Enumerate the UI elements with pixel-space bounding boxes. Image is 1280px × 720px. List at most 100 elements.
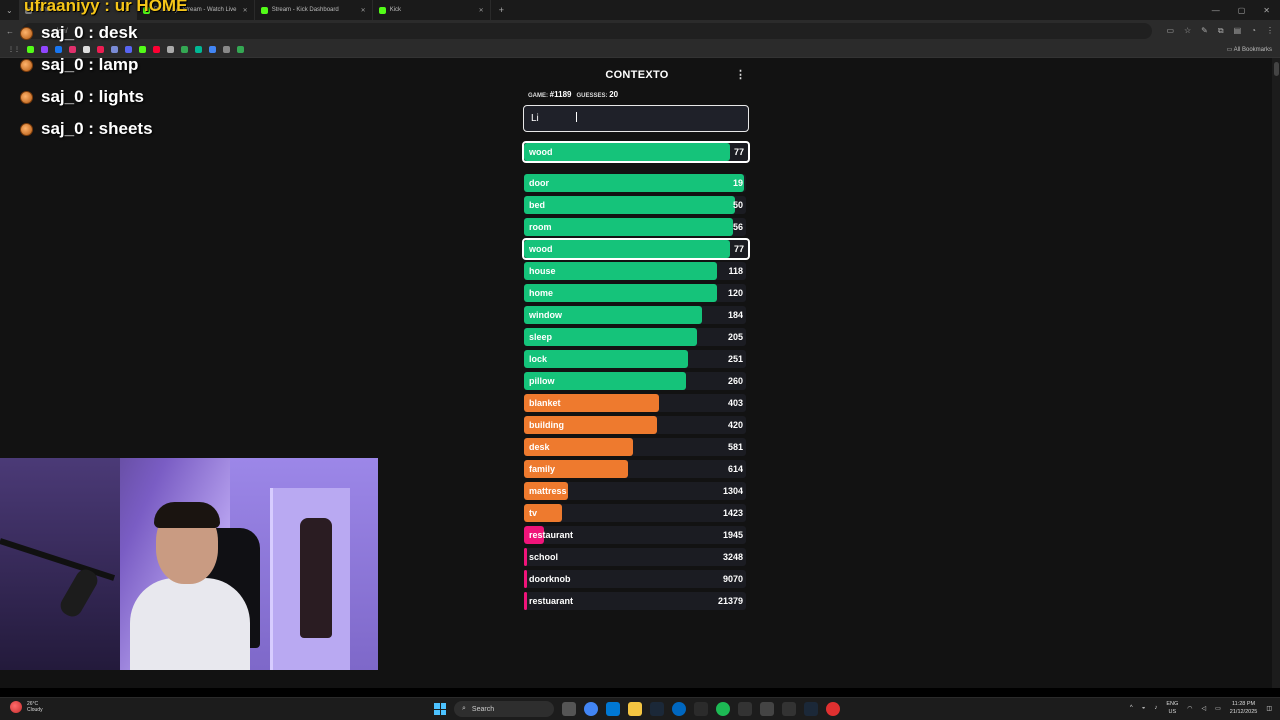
kebab-menu-icon[interactable]: ⋮ bbox=[1266, 26, 1274, 36]
extension-icon[interactable]: ✎ bbox=[1201, 26, 1208, 36]
bookmark-chrome-icon[interactable] bbox=[209, 46, 216, 53]
minimize-icon[interactable]: — bbox=[1212, 6, 1220, 15]
window-controls: — ▢ ✕ bbox=[1212, 6, 1280, 15]
guesses-label: GUESSES: bbox=[576, 93, 608, 99]
bookmark-facebook-icon[interactable] bbox=[55, 46, 62, 53]
bookmark-youtube-icon[interactable] bbox=[153, 46, 160, 53]
tray-chevron-icon[interactable]: ^ bbox=[1130, 705, 1133, 711]
guess-distance: 1304 bbox=[722, 486, 743, 496]
tab-search-chevron-icon[interactable]: ⌄ bbox=[0, 6, 19, 15]
notification-icon[interactable]: ◫ bbox=[1266, 705, 1272, 712]
tab-close-icon[interactable]: ✕ bbox=[243, 7, 248, 14]
profile-icon[interactable]: ◔ bbox=[1251, 26, 1256, 36]
guess-row: mattress 1304 bbox=[524, 482, 746, 500]
spotify-icon[interactable] bbox=[716, 702, 730, 716]
tab-close-icon[interactable]: ✕ bbox=[361, 7, 366, 14]
bookmark-drive-icon[interactable] bbox=[237, 46, 244, 53]
apps-grid-icon[interactable]: ⋮⋮ bbox=[8, 46, 20, 53]
webcam-streamer-hair bbox=[154, 502, 220, 528]
recording-app-icon[interactable] bbox=[826, 702, 840, 716]
game-header: CONTEXTO ⋮ bbox=[524, 66, 750, 86]
page-scrollbar[interactable] bbox=[1272, 58, 1280, 688]
chat-avatar-icon bbox=[20, 122, 33, 136]
bookmark-discord-icon[interactable] bbox=[125, 46, 132, 53]
cast-icon[interactable]: ▭ bbox=[1166, 26, 1174, 36]
tab-kick[interactable]: Kick ✕ bbox=[373, 0, 491, 20]
terminal-icon[interactable] bbox=[782, 702, 796, 716]
guess-word: room bbox=[529, 222, 552, 232]
battery-icon[interactable]: ▭ bbox=[1215, 705, 1221, 712]
back-arrow-icon[interactable]: ← bbox=[6, 27, 14, 36]
star-bookmark-icon[interactable]: ☆ bbox=[1184, 26, 1191, 36]
guess-row: building 420 bbox=[524, 416, 746, 434]
bookmark-kick-2-icon[interactable] bbox=[139, 46, 146, 53]
windows-start-icon[interactable] bbox=[434, 703, 446, 715]
steam-2-icon[interactable] bbox=[804, 702, 818, 716]
bookmark-twitch-icon[interactable] bbox=[41, 46, 48, 53]
wifi-icon[interactable]: ◠ bbox=[1187, 705, 1192, 712]
mic-tray-icon[interactable]: ♪ bbox=[1154, 705, 1157, 711]
bookmark-sheets-icon[interactable] bbox=[181, 46, 188, 53]
guess-word: pillow bbox=[529, 376, 555, 386]
teams-icon[interactable] bbox=[606, 702, 620, 716]
folder-icon: ▭ bbox=[1226, 47, 1233, 53]
network-icon[interactable]: ◒ bbox=[1142, 705, 1146, 711]
guess-distance: 118 bbox=[728, 266, 743, 276]
guess-word: blanket bbox=[529, 398, 561, 408]
maximize-icon[interactable]: ▢ bbox=[1238, 6, 1246, 15]
guess-distance: 19 bbox=[732, 178, 743, 188]
vscode-icon[interactable] bbox=[694, 702, 708, 716]
chat-user: saj_0 bbox=[41, 55, 84, 74]
obs-icon[interactable] bbox=[738, 702, 752, 716]
toolbar-icons: ▭ ☆ ✎ ⧉ ▤ ◔ ⋮ bbox=[1166, 26, 1274, 36]
tab-kick-dashboard[interactable]: Stream - Kick Dashboard ✕ bbox=[255, 0, 373, 20]
steam-icon[interactable] bbox=[650, 702, 664, 716]
game-title: CONTEXTO bbox=[605, 69, 669, 81]
guess-row: family 614 bbox=[524, 460, 746, 478]
bookmark-apps-icon[interactable] bbox=[167, 46, 174, 53]
all-bookmarks[interactable]: ▭ All Bookmarks bbox=[1227, 46, 1280, 53]
guess-row: restuarant 21379 bbox=[524, 592, 746, 610]
file-explorer-icon[interactable] bbox=[628, 702, 642, 716]
bookmark-instagram-icon[interactable] bbox=[69, 46, 76, 53]
weather-icon bbox=[10, 701, 22, 713]
bookmark-x-icon[interactable] bbox=[83, 46, 90, 53]
clock[interactable]: 11:28 PM 21/12/2025 bbox=[1230, 700, 1258, 716]
guess-row: wood 77 bbox=[522, 238, 750, 260]
guess-row: doorknob 9070 bbox=[524, 570, 746, 588]
scrollbar-thumb[interactable] bbox=[1274, 62, 1279, 76]
stream-title-overlay: ufraaniyy : ur HOME bbox=[24, 0, 188, 15]
close-window-icon[interactable]: ✕ bbox=[1263, 6, 1270, 15]
volume-icon[interactable]: ◁ bbox=[1202, 705, 1207, 712]
tab-close-icon[interactable]: ✕ bbox=[479, 7, 484, 14]
guess-distance: 77 bbox=[733, 244, 744, 254]
new-tab-plus-icon[interactable]: + bbox=[491, 5, 512, 15]
bookmark-tool-icon[interactable] bbox=[223, 46, 230, 53]
language-indicator[interactable]: ENG US bbox=[1166, 700, 1178, 716]
bookmark-kick-icon[interactable] bbox=[27, 46, 34, 53]
task-view-icon[interactable] bbox=[562, 702, 576, 716]
url-field[interactable]: /en/ bbox=[22, 23, 1153, 39]
game-menu-icon[interactable]: ⋮ bbox=[735, 68, 746, 81]
bookmark-grid-icon[interactable] bbox=[111, 46, 118, 53]
guess-distance: 3248 bbox=[722, 552, 743, 562]
puzzle-icon[interactable]: ⧉ bbox=[1218, 26, 1224, 36]
weather-widget[interactable]: 26°C Cloudy bbox=[10, 701, 43, 713]
store-icon[interactable] bbox=[760, 702, 774, 716]
sidepanel-icon[interactable]: ▤ bbox=[1234, 26, 1242, 36]
guess-distance: 56 bbox=[732, 222, 743, 232]
taskbar-search[interactable]: ⌕ Search bbox=[454, 701, 554, 717]
search-icon: ⌕ bbox=[462, 705, 466, 712]
chrome-icon[interactable] bbox=[584, 702, 598, 716]
weather-desc: Cloudy bbox=[27, 707, 43, 713]
bookmark-tiktok-icon[interactable] bbox=[97, 46, 104, 53]
bookmarks-bar: ⋮⋮ ▭ All Bookmarks bbox=[0, 42, 1280, 58]
bookmark-green-icon[interactable] bbox=[195, 46, 202, 53]
chat-text: desk bbox=[98, 23, 138, 42]
guess-input[interactable] bbox=[523, 105, 749, 132]
guess-word: wood bbox=[529, 244, 553, 254]
webcam-background-shelf bbox=[0, 458, 120, 670]
chat-text: lights bbox=[98, 87, 144, 106]
edge-icon[interactable] bbox=[672, 702, 686, 716]
guess-word: desk bbox=[529, 442, 550, 452]
